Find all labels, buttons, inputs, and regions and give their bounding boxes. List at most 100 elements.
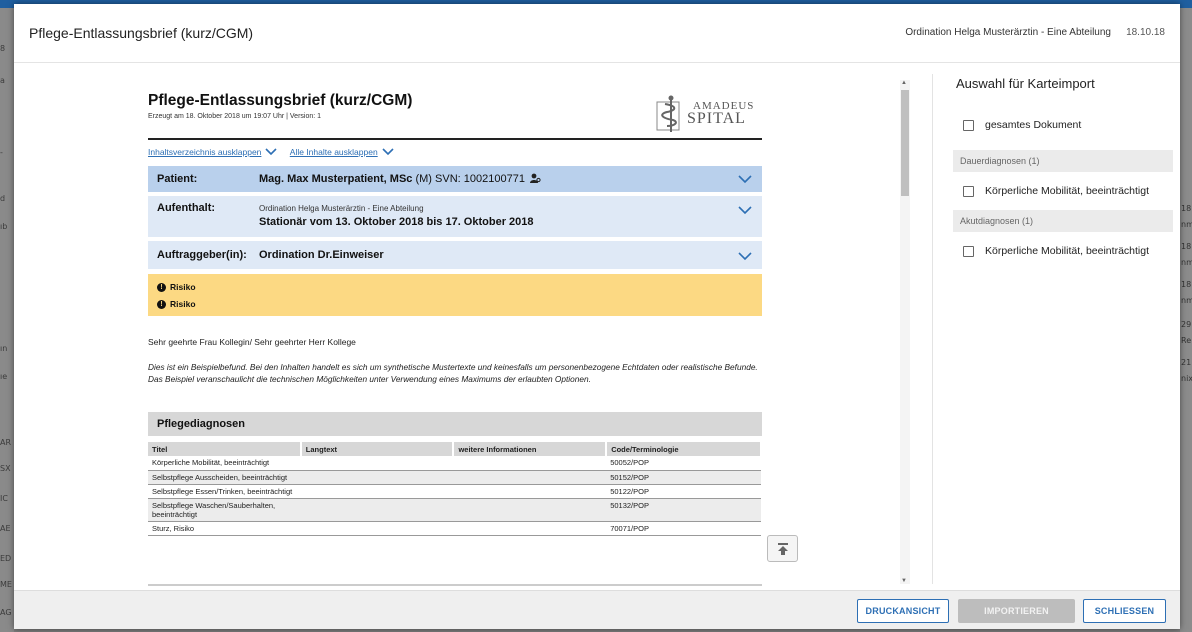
orderer-row[interactable]: Auftraggeber(in): Ordination Dr.Einweise… xyxy=(148,241,762,269)
dialog-date: 18.10.18 xyxy=(1126,27,1165,38)
panel-title: Auswahl für Karteimport xyxy=(956,76,1095,91)
table-cell xyxy=(300,456,454,471)
import-button[interactable]: IMPORTIEREN xyxy=(958,599,1075,623)
scroll-up-arrow-icon[interactable]: ▲ xyxy=(901,80,907,86)
document-viewer[interactable]: Pflege-Entlassungsbrief (kurz/CGM) Erzeu… xyxy=(14,64,914,590)
person-search-icon xyxy=(530,173,541,183)
background-text: 29 xyxy=(1181,320,1192,329)
patient-info: Mag. Max Musterpatient, MSc (M) SVN: 100… xyxy=(259,173,541,185)
table-cell xyxy=(453,484,607,499)
background-text: nm xyxy=(1181,220,1192,229)
table-header: weitere Informationen xyxy=(453,442,608,456)
table-cell: Sturz, Risiko xyxy=(148,521,301,536)
table-row: Selbstpflege Ausscheiden, beeinträchtigt… xyxy=(148,470,761,485)
acute-diagnosis-checkbox-row[interactable]: Körperliche Mobilität, beeinträchtigt xyxy=(963,245,1149,257)
table-cell xyxy=(453,470,607,485)
table-header: Code/Terminologie xyxy=(606,442,762,456)
background-text: 8 xyxy=(0,44,6,53)
table-divider xyxy=(148,584,762,586)
risk-label: Risiko xyxy=(170,282,196,292)
table-cell xyxy=(300,484,454,499)
table-row: Selbstpflege Essen/Trinken, beeinträchti… xyxy=(148,484,761,499)
patient-gender: (M) xyxy=(415,173,432,185)
patient-label: Patient: xyxy=(157,173,198,185)
table-row: Sturz, Risiko 70071/POP xyxy=(148,521,761,536)
chevron-down-icon[interactable] xyxy=(738,205,752,215)
table-cell: Selbstpflege Essen/Trinken, beeinträchti… xyxy=(148,484,301,499)
whole-document-label: gesamtes Dokument xyxy=(985,119,1082,131)
chevron-down-icon[interactable] xyxy=(738,174,752,184)
stay-row[interactable]: Aufenthalt: Ordination Helga Musterärzti… xyxy=(148,196,762,237)
import-dialog: Pflege-Entlassungsbrief (kurz/CGM) Ordin… xyxy=(14,4,1180,629)
permanent-diagnosis-checkbox[interactable] xyxy=(963,185,974,197)
permanent-diagnosis-label: Körperliche Mobilität, beeinträchtigt xyxy=(985,185,1150,197)
diagnoses-table: Titel Langtext weitere Informationen Cod… xyxy=(148,442,762,536)
group-header-permanent-diagnoses: Dauerdiagnosen (1) xyxy=(953,150,1173,172)
close-button[interactable]: SCHLIESSEN xyxy=(1083,599,1166,623)
print-view-button[interactable]: DRUCKANSICHT xyxy=(857,599,949,623)
title-divider xyxy=(148,138,762,140)
acute-diagnosis-checkbox[interactable] xyxy=(963,245,974,257)
table-header: Titel xyxy=(148,442,302,456)
document-scrollbar[interactable]: ▲ ▼ xyxy=(900,80,910,584)
whole-document-checkbox[interactable] xyxy=(963,119,974,131)
table-cell: Selbstpflege Ausscheiden, beeinträchtigt xyxy=(148,470,301,485)
chevron-down-icon xyxy=(382,148,394,156)
dialog-title: Pflege-Entlassungsbrief (kurz/CGM) xyxy=(29,25,254,41)
stay-organization: Ordination Helga Musterärztin - Eine Abt… xyxy=(259,204,424,213)
patient-name: Mag. Max Musterpatient, MSc xyxy=(259,173,413,185)
risk-box: ! Risiko ! Risiko xyxy=(148,274,762,316)
scroll-to-top-button[interactable] xyxy=(767,535,798,562)
document-subtitle: Erzeugt am 18. Oktober 2018 um 19:07 Uhr… xyxy=(148,113,322,120)
background-text: ın xyxy=(0,344,8,353)
background-text: Re xyxy=(1181,336,1192,345)
patient-row[interactable]: Patient: Mag. Max Musterpatient, MSc (M)… xyxy=(148,166,762,192)
background-text: nix xyxy=(1181,374,1192,383)
table-cell xyxy=(453,521,607,536)
background-text: ED xyxy=(0,554,12,563)
orderer-label: Auftraggeber(in): xyxy=(157,249,247,261)
table-cell: 70071/POP xyxy=(606,521,761,536)
scrollbar-thumb[interactable] xyxy=(901,90,909,196)
group-header-acute-diagnoses: Akutdiagnosen (1) xyxy=(953,210,1173,232)
table-cell: Selbstpflege Waschen/Sauberhalten, beein… xyxy=(148,498,301,522)
dialog-organization: Ordination Helga Musterärztin - Eine Abt… xyxy=(905,27,1111,38)
background-text: ıb xyxy=(0,222,8,231)
logo-text-line2: SPITAL xyxy=(687,110,746,127)
background-text: nm xyxy=(1181,258,1192,267)
table-cell: 50122/POP xyxy=(606,484,761,499)
permanent-diagnosis-checkbox-row[interactable]: Körperliche Mobilität, beeinträchtigt xyxy=(963,185,1149,197)
import-selection-panel: Auswahl für Karteimport gesamtes Dokumen… xyxy=(932,74,1180,584)
expand-all-link[interactable]: Alle Inhalte ausklappen xyxy=(290,147,394,157)
risk-label: Risiko xyxy=(170,299,196,309)
table-header-row: Titel Langtext weitere Informationen Cod… xyxy=(148,442,762,456)
expand-toc-link[interactable]: Inhaltsverzeichnis ausklappen xyxy=(148,147,277,157)
document-title: Pflege-Entlassungsbrief (kurz/CGM) xyxy=(148,92,413,109)
background-text: ıe xyxy=(0,372,8,381)
background-text: 18 xyxy=(1181,204,1192,213)
amadeus-spital-logo: AMADEUS SPITAL xyxy=(653,94,763,134)
dialog-footer: DRUCKANSICHT IMPORTIEREN SCHLIESSEN xyxy=(14,590,1180,629)
expand-toc-label: Inhaltsverzeichnis ausklappen xyxy=(148,147,262,157)
background-text: d xyxy=(0,194,6,203)
table-row: Selbstpflege Waschen/Sauberhalten, beein… xyxy=(148,498,761,522)
chevron-down-icon xyxy=(265,148,277,156)
background-text: ME xyxy=(0,580,12,589)
background-text: 18 xyxy=(1181,280,1192,289)
chevron-down-icon[interactable] xyxy=(738,251,752,261)
table-cell xyxy=(300,521,454,536)
background-right-column: 18 nm 18 nm 18 nm 29 Re 21 nix xyxy=(1180,8,1192,632)
table-row: Körperliche Mobilität, beeinträchtigt 50… xyxy=(148,456,761,471)
background-text: nm xyxy=(1181,296,1192,305)
background-text: AE xyxy=(0,524,11,533)
table-cell xyxy=(453,498,607,522)
background-text: IC xyxy=(0,494,8,503)
table-cell: 50052/POP xyxy=(606,456,761,471)
scroll-down-arrow-icon[interactable]: ▼ xyxy=(901,578,907,584)
background-text: AR xyxy=(0,438,12,447)
expand-links: Inhaltsverzeichnis ausklappen Alle Inhal… xyxy=(148,147,404,157)
expand-all-label: Alle Inhalte ausklappen xyxy=(289,147,378,157)
whole-document-checkbox-row[interactable]: gesamtes Dokument xyxy=(963,119,1081,131)
background-text: AG xyxy=(0,608,12,617)
risk-item: ! Risiko xyxy=(157,299,196,309)
